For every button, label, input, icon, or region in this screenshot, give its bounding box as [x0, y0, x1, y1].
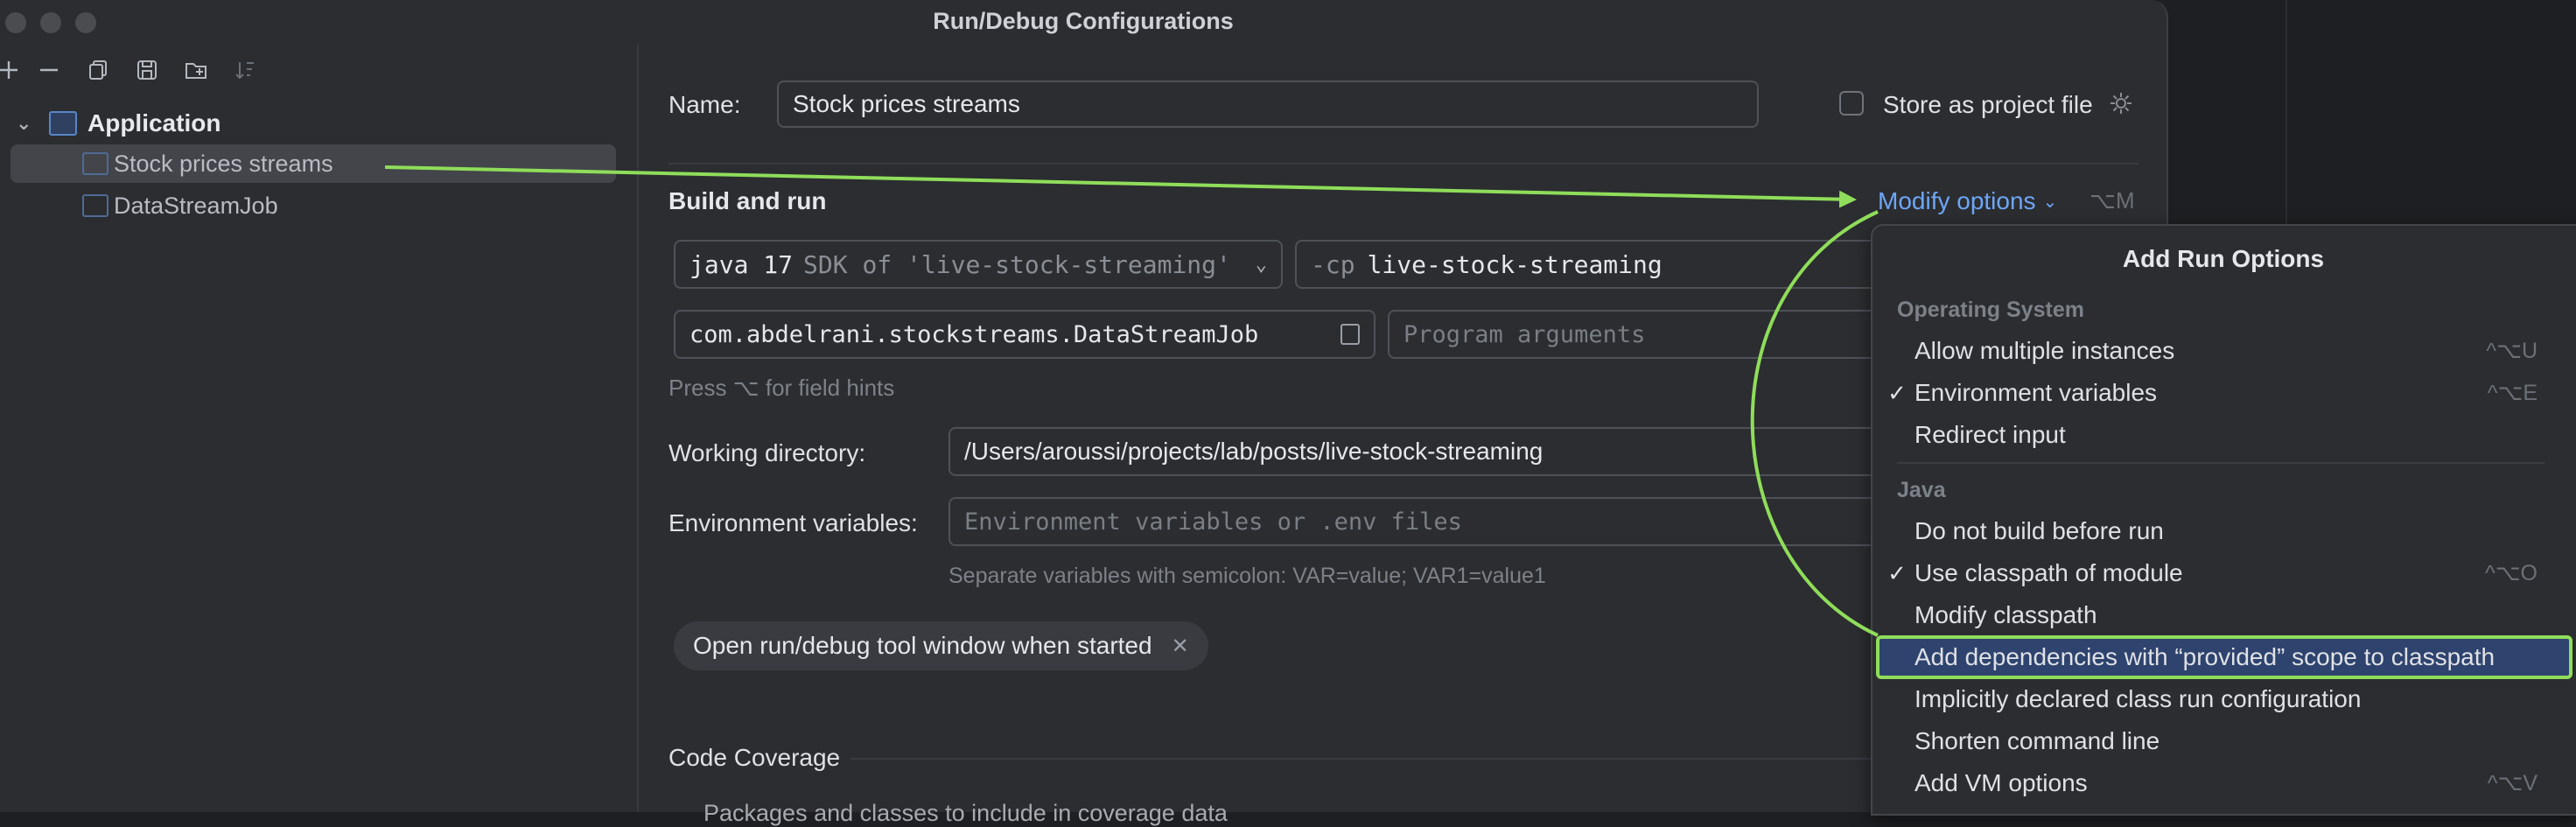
option-add-provided-dependencies[interactable]: Add dependencies with “provided” scope t… — [1876, 635, 2572, 679]
name-label: Name: — [668, 91, 741, 118]
option-add-vm-options[interactable]: Add VM options ^⌥V — [1881, 763, 2555, 803]
sdk-detail: SDK of 'live-stock-streaming' — [803, 249, 1231, 279]
name-input[interactable]: Stock prices streams — [777, 81, 1759, 128]
chevron-down-icon: ⌄ — [1255, 253, 1267, 276]
option-label: Environment variables — [1914, 379, 2158, 406]
option-modify-classpath[interactable]: Modify classpath — [1881, 595, 2555, 635]
tree-item-stock-prices-streams[interactable]: Stock prices streams — [10, 144, 616, 183]
option-environment-variables[interactable]: ✓ Environment variables ^⌥E — [1881, 373, 2555, 413]
option-label: Redirect input — [1914, 421, 2066, 448]
application-icon — [49, 111, 77, 136]
tree-group-application[interactable]: ⌄ Application — [16, 107, 220, 140]
option-label: Add VM options — [1914, 769, 2088, 796]
sort-icon[interactable] — [220, 53, 270, 88]
option-label: Use classpath of module — [1914, 559, 2183, 586]
window-title: Run/Debug Configurations — [933, 8, 1234, 34]
option-shortcut: ^⌥V — [2487, 771, 2538, 795]
open-tool-window-chip[interactable]: Open run/debug tool window when started … — [674, 621, 1208, 670]
browse-class-icon[interactable] — [1340, 324, 1360, 345]
tree-item-label: DataStreamJob — [114, 192, 278, 219]
copy-icon[interactable] — [74, 53, 122, 88]
modify-options-link[interactable]: Modify options ⌄ — [1878, 187, 2057, 215]
tree-item-label: Stock prices streams — [114, 150, 333, 177]
add-icon[interactable] — [0, 53, 24, 88]
group-java: Java — [1897, 478, 1946, 502]
check-icon: ✓ — [1887, 379, 1907, 406]
option-implicitly-declared-class[interactable]: Implicitly declared class run configurat… — [1881, 679, 2555, 719]
store-as-project-checkbox[interactable] — [1839, 91, 1864, 116]
coverage-description: Packages and classes to include in cover… — [704, 800, 1228, 826]
option-label: Do not build before run — [1914, 517, 2164, 544]
option-label: Allow multiple instances — [1914, 337, 2175, 364]
popup-title: Add Run Options — [2122, 245, 2325, 272]
modify-options-label: Modify options — [1878, 187, 2036, 214]
option-shortcut: ^⌥O — [2485, 561, 2538, 585]
cp-value: live-stock-streaming — [1367, 249, 1662, 279]
group-operating-system: Operating System — [1897, 298, 2084, 322]
environment-variables-placeholder: Environment variables or .env files — [964, 508, 1462, 536]
environment-variables-hint: Separate variables with semicolon: VAR=v… — [948, 564, 1546, 588]
main-class-value: com.abdelrani.stockstreams.DataStreamJob — [690, 320, 1259, 348]
tree-item-datastreamjob[interactable]: DataStreamJob — [10, 186, 616, 225]
chevron-down-icon[interactable]: ⌄ — [16, 112, 37, 135]
sidebar-toolbar — [0, 53, 270, 88]
option-label: Shorten command line — [1914, 727, 2160, 754]
main-class-input[interactable]: com.abdelrani.stockstreams.DataStreamJob — [674, 310, 1376, 359]
run-config-icon — [82, 152, 108, 175]
section-divider — [850, 758, 1900, 760]
working-directory-value: /Users/aroussi/projects/lab/posts/live-s… — [964, 438, 1544, 465]
name-value: Stock prices streams — [793, 90, 1020, 117]
new-folder-icon[interactable] — [172, 53, 220, 88]
working-directory-label: Working directory: — [668, 439, 866, 466]
close-icon[interactable]: ✕ — [1172, 634, 1189, 659]
check-icon: ✓ — [1887, 559, 1907, 586]
gear-icon[interactable] — [2109, 91, 2133, 116]
working-directory-input[interactable]: /Users/aroussi/projects/lab/posts/live-s… — [948, 427, 1911, 476]
build-and-run-title: Build and run — [668, 187, 827, 214]
save-icon[interactable] — [122, 53, 172, 88]
option-label: Add dependencies with “provided” scope t… — [1914, 643, 2496, 670]
option-label: Modify classpath — [1914, 601, 2097, 628]
cp-flag: -cp — [1311, 249, 1355, 279]
code-coverage-title: Code Coverage — [668, 744, 841, 771]
option-allow-multiple-instances[interactable]: Allow multiple instances ^⌥U — [1881, 331, 2555, 371]
field-hint-text: Press ⌥ for field hints — [668, 375, 895, 401]
chevron-down-icon: ⌄ — [2042, 192, 2058, 212]
option-redirect-input[interactable]: Redirect input — [1881, 415, 2555, 455]
tree-group-label: Application — [88, 109, 221, 137]
option-use-classpath-of-module[interactable]: ✓ Use classpath of module ^⌥O — [1881, 553, 2555, 593]
environment-variables-label: Environment variables: — [668, 509, 918, 536]
modify-options-shortcut: ⌥M — [2090, 187, 2135, 214]
program-arguments-placeholder: Program arguments — [1404, 320, 1646, 348]
sdk-main: java 17 — [690, 249, 794, 279]
option-shortcut: ^⌥U — [2486, 339, 2538, 363]
chip-label: Open run/debug tool window when started — [693, 632, 1152, 659]
run-config-icon — [82, 194, 108, 217]
option-shorten-command-line[interactable]: Shorten command line — [1881, 721, 2555, 761]
option-label: Implicitly declared class run configurat… — [1914, 685, 2362, 712]
option-do-not-build[interactable]: Do not build before run — [1881, 511, 2555, 551]
popup-group-separator — [1897, 462, 2544, 464]
classpath-module-select[interactable]: -cp live-stock-streaming — [1295, 240, 1908, 289]
environment-variables-input[interactable]: Environment variables or .env files — [948, 497, 1911, 546]
option-shortcut: ^⌥E — [2487, 381, 2538, 405]
section-divider — [668, 163, 2138, 165]
store-as-project-label: Store as project file — [1883, 91, 2093, 118]
remove-icon[interactable] — [24, 53, 74, 88]
program-arguments-input[interactable]: Program arguments — [1388, 310, 1913, 359]
jdk-select[interactable]: java 17 SDK of 'live-stock-streaming' ⌄ — [674, 240, 1283, 289]
